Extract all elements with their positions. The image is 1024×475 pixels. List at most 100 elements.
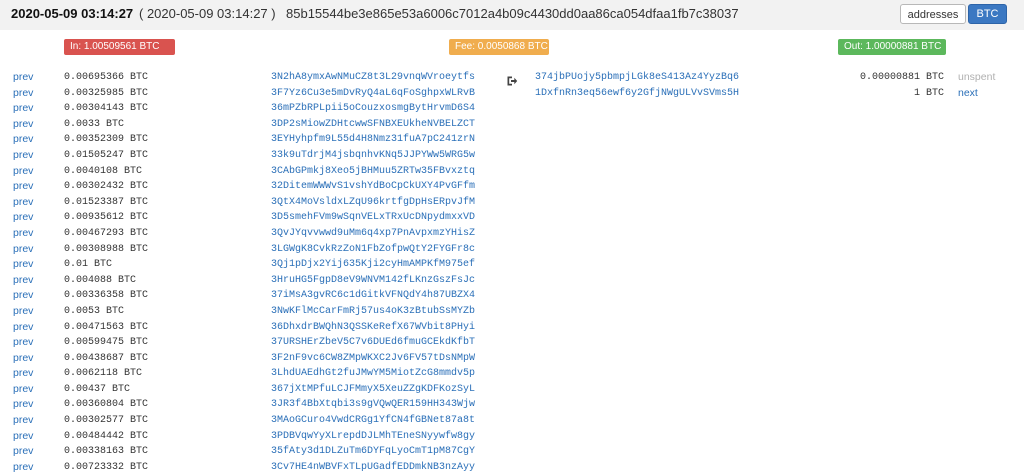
- input-address-link[interactable]: 3DP2sMiowZDHtcwwSFNBXEUkheNVBELZCT: [271, 117, 475, 132]
- input-value: 0.00360804 BTC: [64, 399, 149, 411]
- prev-link[interactable]: prev: [13, 117, 33, 132]
- prev-link[interactable]: prev: [13, 257, 33, 272]
- input-address-link[interactable]: 3Cv7HE4nWBVFxTLpUGadfEDDmkNB3nzAyy: [271, 460, 475, 475]
- input-value: 0.0040108 BTC: [64, 165, 143, 177]
- prev-link[interactable]: prev: [13, 164, 33, 179]
- input-row: prev 0.0040108 BTC 3CAbGPmkj8Xeo5jBHMuu5ZR…: [0, 164, 500, 180]
- input-row: prev 0.0033 BTC 3DP2sMiowZDHtcwwSFNBXEUkhe…: [0, 117, 500, 133]
- input-row: prev 0.00438687 BTC 3F2nF9vc6CW8ZMpWKXC2Jv…: [0, 351, 500, 367]
- output-total-badge: Out: 1.00000881 BTC: [838, 39, 946, 55]
- input-row: prev 0.00302577 BTC 3MAoGCuro4VwdCRGg1YfCN…: [0, 413, 500, 429]
- input-row: prev 0.00352309 BTC 3EYHyhpfm9L55d4H8Nmz31…: [0, 132, 500, 148]
- input-address-link[interactable]: 36DhxdrBWQhN3QSSKeRefX67WVbit8PHyi: [271, 320, 475, 335]
- input-row: prev 0.00308988 BTC 3LGWgK8CvkRzZoN1FbZofp…: [0, 242, 500, 258]
- prev-link[interactable]: prev: [13, 273, 33, 288]
- prev-link[interactable]: prev: [13, 382, 33, 397]
- input-address-link[interactable]: 3CAbGPmkj8Xeo5jBHMuu5ZRTw35FBvxztq: [271, 164, 475, 179]
- input-value: 0.00308988 BTC: [64, 243, 149, 255]
- input-address-link[interactable]: 3F2nF9vc6CW8ZMpWKXC2Jv6FV57tDsNMpW: [271, 351, 475, 366]
- tx-time: 2020-05-09 03:14:27: [11, 6, 134, 21]
- prev-link[interactable]: prev: [13, 148, 33, 163]
- input-value: 0.00437 BTC: [64, 383, 131, 395]
- input-row: prev 0.0053 BTC 3NwKFlMcCarFmRj57us4oK3zBt…: [0, 304, 500, 320]
- prev-link[interactable]: prev: [13, 210, 33, 225]
- input-address-link[interactable]: 3HruHG5FgpD8eV9WNVM142fLKnzGszFsJc: [271, 273, 475, 288]
- prev-link[interactable]: prev: [13, 132, 33, 147]
- input-address-link[interactable]: 37iMsA3gvRC6c1dGitkVFNQdY4h87UBZX4: [271, 288, 475, 303]
- input-address-link[interactable]: 3LGWgK8CvkRzZoN1FbZofpwQtY2FYGFr8c: [271, 242, 475, 257]
- prev-link[interactable]: prev: [13, 195, 33, 210]
- input-address-link[interactable]: 3LhdUAEdhGt2fuJMwYM5MiotZcG8mmdv5p: [271, 366, 475, 381]
- input-row: prev 0.00935612 BTC 3D5smehFVm9wSqnVELxTRx…: [0, 210, 500, 226]
- btc-toggle-button[interactable]: BTC: [968, 4, 1007, 24]
- input-address-link[interactable]: 367jXtMPfuLCJFMmyX5XeuZZgKDFKozSyL: [271, 382, 475, 397]
- input-total-badge: In: 1.00509561 BTC: [64, 39, 175, 55]
- addresses-toggle-button[interactable]: addresses: [900, 4, 966, 24]
- prev-link[interactable]: prev: [13, 366, 33, 381]
- input-address-link[interactable]: 35fAty3d1DLZuTm6DYFqLyoCmT1pM87CgY: [271, 444, 475, 459]
- output-row: 1DxfnRn3eq56ewf6y2GfjNWgULVvSVms5H 1 BTC n…: [0, 86, 1024, 101]
- prev-link[interactable]: prev: [13, 351, 33, 366]
- prev-link[interactable]: prev: [13, 460, 33, 475]
- prev-link[interactable]: prev: [13, 320, 33, 335]
- prev-link[interactable]: prev: [13, 335, 33, 350]
- output-value: 0.00000881 BTC: [859, 72, 944, 83]
- input-value: 0.0062118 BTC: [64, 368, 143, 380]
- input-row: prev 0.00723332 BTC 3Cv7HE4nWBVFxTLpUGadfE…: [0, 460, 500, 475]
- prev-link[interactable]: prev: [13, 444, 33, 459]
- input-address-link[interactable]: 3MAoGCuro4VwdCRGg1YfCN4fGBNet87a8t: [271, 413, 475, 428]
- input-address-link[interactable]: 3QvJYqvvwwd9uMm6q4xp7PnAvpxmzYHisZ: [271, 226, 475, 241]
- input-row: prev 0.004088 BTC 3HruHG5FgpD8eV9WNVM142fL…: [0, 273, 500, 289]
- input-row: prev 0.00599475 BTC 37URSHErZbeV5C7v6DUEd6…: [0, 335, 500, 351]
- input-value: 0.00723332 BTC: [64, 461, 149, 473]
- prev-link[interactable]: prev: [13, 242, 33, 257]
- prev-link[interactable]: prev: [13, 101, 33, 116]
- input-value: 0.00352309 BTC: [64, 134, 149, 146]
- prev-link[interactable]: prev: [13, 226, 33, 241]
- prev-link[interactable]: prev: [13, 429, 33, 444]
- input-row: prev 0.00467293 BTC 3QvJYqvvwwd9uMm6q4xp7P…: [0, 226, 500, 242]
- input-value: 0.00302432 BTC: [64, 181, 149, 193]
- prev-link[interactable]: prev: [13, 304, 33, 319]
- input-value: 0.004088 BTC: [64, 274, 137, 286]
- fee-badge: Fee: 0.0050868 BTC: [449, 39, 549, 55]
- prev-link[interactable]: prev: [13, 179, 33, 194]
- input-address-link[interactable]: 37URSHErZbeV5C7v6DUEd6fmuGCEkdKfbT: [271, 335, 475, 350]
- tx-hash[interactable]: 85b15544be3e865e53a6006c7012a4b09c4430dd…: [286, 6, 739, 21]
- input-value: 0.01523387 BTC: [64, 196, 149, 208]
- output-status-unspent: unspent: [958, 71, 996, 83]
- input-value: 0.00471563 BTC: [64, 321, 149, 333]
- prev-link[interactable]: prev: [13, 397, 33, 412]
- input-row: prev 0.01523387 BTC 3QtX4MoVsldxLZqU96krtf…: [0, 195, 500, 211]
- tx-header: 2020-05-09 03:14:27 ( 2020-05-09 03:14:2…: [0, 0, 1024, 30]
- input-address-link[interactable]: 3QtX4MoVsldxLZqU96krtfgDpHsERpvJfM: [271, 195, 475, 210]
- prev-link[interactable]: prev: [13, 288, 33, 303]
- input-address-link[interactable]: 3PDBVqwYyXLrepdDJLMhTEneSNyywfw8gy: [271, 429, 475, 444]
- input-value: 0.01 BTC: [64, 259, 113, 271]
- prev-link[interactable]: prev: [13, 413, 33, 428]
- input-address-link[interactable]: 3JR3f4BbXtqbi3s9gVQwQER159HH343Wjw: [271, 397, 475, 412]
- input-address-link[interactable]: 33k9uTdrjM4jsbqnhvKNq5JJPYWw5WRG5w: [271, 148, 475, 163]
- input-value: 0.00302577 BTC: [64, 415, 149, 427]
- input-address-link[interactable]: 32DitemWWWvS1vshYdBoCpCkUXY4PvGFfm: [271, 179, 475, 194]
- output-address-link[interactable]: 1DxfnRn3eq56ewf6y2GfjNWgULVvSVms5H: [535, 86, 739, 101]
- input-row: prev 0.00304143 BTC 36mPZbRPLpii5oCouzxosm…: [0, 101, 500, 117]
- input-address-link[interactable]: 3EYHyhpfm9L55d4H8Nmz31fuA7pC241zrN: [271, 132, 475, 147]
- input-address-link[interactable]: 36mPZbRPLpii5oCouzxosmgBytHrvmD6S4: [271, 101, 475, 116]
- input-address-link[interactable]: 3D5smehFVm9wSqnVELxTRxUcDNpydmxxVD: [271, 210, 475, 225]
- input-value: 0.00484442 BTC: [64, 430, 149, 442]
- input-row: prev 0.00471563 BTC 36DhxdrBWQhN3QSSKeRefX…: [0, 320, 500, 336]
- output-status-next[interactable]: next: [958, 86, 978, 101]
- input-row: prev 0.00336358 BTC 37iMsA3gvRC6c1dGitkVFN…: [0, 288, 500, 304]
- input-value: 0.00935612 BTC: [64, 212, 149, 224]
- tx-time-local: ( 2020-05-09 03:14:27 ): [139, 6, 276, 21]
- input-value: 0.01505247 BTC: [64, 149, 149, 161]
- input-row: prev 0.01 BTC 3Qj1pDjx2Yij635Kji2cyHmAMPKf…: [0, 257, 500, 273]
- input-row: prev 0.00437 BTC 367jXtMPfuLCJFMmyX5XeuZZg…: [0, 382, 500, 398]
- input-row: prev 0.00484442 BTC 3PDBVqwYyXLrepdDJLMhTE…: [0, 429, 500, 445]
- input-value: 0.00304143 BTC: [64, 103, 149, 115]
- output-address-link[interactable]: 374jbPUojy5pbmpjLGk8eS413Az4YyzBq6: [535, 70, 739, 85]
- input-address-link[interactable]: 3NwKFlMcCarFmRj57us4oK3zBtubSsMYZb: [271, 304, 475, 319]
- input-row: prev 0.00302432 BTC 32DitemWWWvS1vshYdBoCp…: [0, 179, 500, 195]
- input-address-link[interactable]: 3Qj1pDjx2Yij635Kji2cyHmAMPKfM975ef: [271, 257, 475, 272]
